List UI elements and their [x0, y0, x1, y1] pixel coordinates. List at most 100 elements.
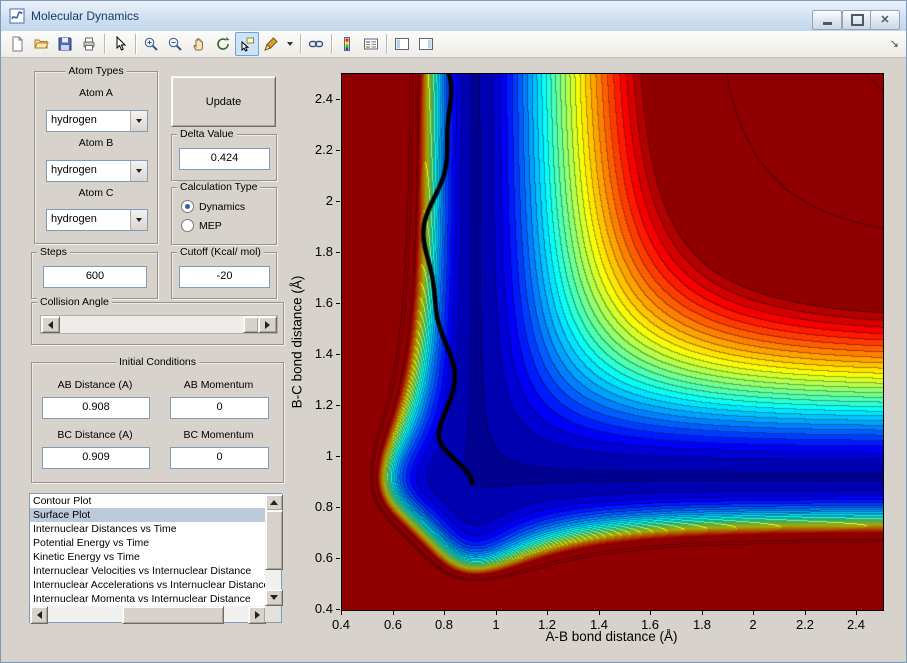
ytick-label: 2 — [325, 193, 333, 208]
tickmark — [336, 558, 340, 559]
dynamics-radio[interactable]: Dynamics — [181, 200, 245, 213]
collision-angle-slider[interactable] — [40, 315, 278, 334]
tickmark — [444, 611, 445, 615]
zoom-in-button[interactable] — [139, 32, 163, 56]
scroll-right-button[interactable] — [248, 606, 266, 624]
ytick-label: 1 — [325, 448, 333, 463]
radio-label: Dynamics — [199, 200, 246, 213]
brush-button[interactable] — [259, 32, 283, 56]
cutoff-field[interactable]: -20 — [179, 266, 270, 288]
data-cursor-button[interactable] — [235, 32, 259, 56]
legend-icon — [364, 38, 378, 50]
insert-colorbar-button[interactable] — [335, 32, 359, 56]
vertical-scroll-thumb[interactable] — [265, 510, 283, 570]
bc-momentum-field[interactable]: 0 — [170, 447, 269, 469]
arrow-right-icon — [265, 320, 270, 329]
list-item[interactable]: Contour Plot — [30, 494, 265, 508]
xtick-label: 2.2 — [795, 617, 815, 632]
brush-dropdown-button[interactable] — [283, 32, 297, 56]
tickmark — [336, 507, 340, 508]
slider-thumb[interactable] — [243, 316, 259, 333]
tickmark — [650, 611, 651, 615]
list-item[interactable]: Surface Plot — [30, 508, 265, 522]
chevron-down-icon — [136, 169, 142, 173]
toolbar-separator — [331, 34, 332, 54]
zoom-out-button[interactable] — [163, 32, 187, 56]
atom-b-dropdown[interactable]: hydrogen — [46, 160, 148, 182]
panel-title: Cutoff (Kcal/ mol) — [177, 246, 264, 258]
delta-value-field[interactable]: 0.424 — [179, 148, 270, 170]
minimize-button[interactable] — [812, 10, 842, 30]
xtick-label: 2 — [749, 617, 757, 632]
tickmark — [702, 611, 703, 615]
ytick-label: 1.4 — [314, 346, 333, 361]
tickmark — [856, 611, 857, 615]
update-button[interactable]: Update — [171, 76, 276, 127]
save-figure-button[interactable] — [53, 32, 77, 56]
list-item[interactable]: Internuclear Momenta vs Internuclear Dis… — [30, 592, 265, 606]
mep-radio[interactable]: MEP — [181, 219, 222, 232]
print-figure-button[interactable] — [77, 32, 101, 56]
initial-conditions-panel: Initial Conditions AB Distance (A) AB Mo… — [31, 356, 284, 483]
tickmark — [599, 611, 600, 615]
slider-right-arrow[interactable] — [258, 316, 277, 333]
chevron-down-icon — [136, 218, 142, 222]
scroll-up-button[interactable] — [265, 494, 283, 511]
tickmark — [336, 456, 340, 457]
vertical-scrollbar[interactable] — [265, 494, 283, 606]
dropdown-button[interactable] — [130, 161, 147, 181]
cursor-arrow-icon — [116, 36, 127, 51]
scroll-down-button[interactable] — [265, 589, 283, 606]
bc-momentum-label: BC Momentum — [183, 429, 254, 441]
link-icon — [308, 40, 324, 48]
cutoff-panel: Cutoff (Kcal/ mol) -20 — [171, 246, 277, 299]
panel-title: Calculation Type — [177, 181, 261, 193]
slider-left-arrow[interactable] — [41, 316, 60, 333]
dropdown-button[interactable] — [130, 210, 147, 230]
rotate-icon — [217, 37, 230, 50]
scroll-left-button[interactable] — [30, 606, 48, 624]
radio-label: MEP — [199, 219, 222, 232]
xtick-label: 1 — [492, 617, 500, 632]
ab-distance-label: AB Distance (A) — [57, 379, 133, 391]
dropdown-button[interactable] — [130, 111, 147, 131]
hide-plot-tools-button[interactable] — [390, 32, 414, 56]
show-plot-tools-button[interactable] — [414, 32, 438, 56]
rotate-3d-button[interactable] — [211, 32, 235, 56]
ytick-label: 2.2 — [314, 142, 333, 157]
insert-legend-button[interactable] — [359, 32, 383, 56]
arrow-right-icon — [254, 611, 260, 619]
atom-b-label: Atom B — [78, 137, 114, 149]
edit-plot-button[interactable] — [108, 32, 132, 56]
link-plots-button[interactable] — [304, 32, 328, 56]
list-item[interactable]: Internuclear Distances vs Time — [30, 522, 265, 536]
bc-distance-label: BC Distance (A) — [57, 429, 133, 441]
bc-distance-field[interactable]: 0.909 — [42, 447, 150, 469]
open-file-button[interactable] — [29, 32, 53, 56]
atom-a-dropdown[interactable]: hydrogen — [46, 110, 148, 132]
dock-figure-arrow-icon[interactable]: ↘ — [890, 37, 899, 50]
steps-field[interactable]: 600 — [43, 266, 147, 288]
close-button[interactable]: ✕ — [870, 10, 900, 30]
collision-angle-panel: Collision Angle — [31, 296, 284, 345]
new-figure-button[interactable] — [5, 32, 29, 56]
list-item[interactable]: Internuclear Velocities vs Internuclear … — [30, 564, 265, 578]
tickmark — [496, 611, 497, 615]
panel-title: Collision Angle — [37, 296, 112, 308]
xtick-label: 0.8 — [434, 617, 454, 632]
list-item[interactable]: Kinetic Energy vs Time — [30, 550, 265, 564]
horizontal-scroll-thumb[interactable] — [122, 606, 224, 624]
colorbar-icon — [344, 37, 350, 51]
horizontal-scrollbar[interactable] — [30, 606, 266, 624]
panel-title: Steps — [37, 246, 70, 258]
radio-icon — [181, 200, 194, 213]
atom-c-dropdown[interactable]: hydrogen — [46, 209, 148, 231]
ab-distance-field[interactable]: 0.908 — [42, 397, 150, 419]
pan-button[interactable] — [187, 32, 211, 56]
ab-momentum-field[interactable]: 0 — [170, 397, 269, 419]
maximize-button[interactable] — [842, 10, 872, 30]
app-window: Molecular Dynamics ✕ ↘ Atom Types Atom A… — [0, 0, 907, 663]
list-item[interactable]: Internuclear Accelerations vs Internucle… — [30, 578, 265, 592]
xtick-label: 1.8 — [692, 617, 712, 632]
list-item[interactable]: Potential Energy vs Time — [30, 536, 265, 550]
